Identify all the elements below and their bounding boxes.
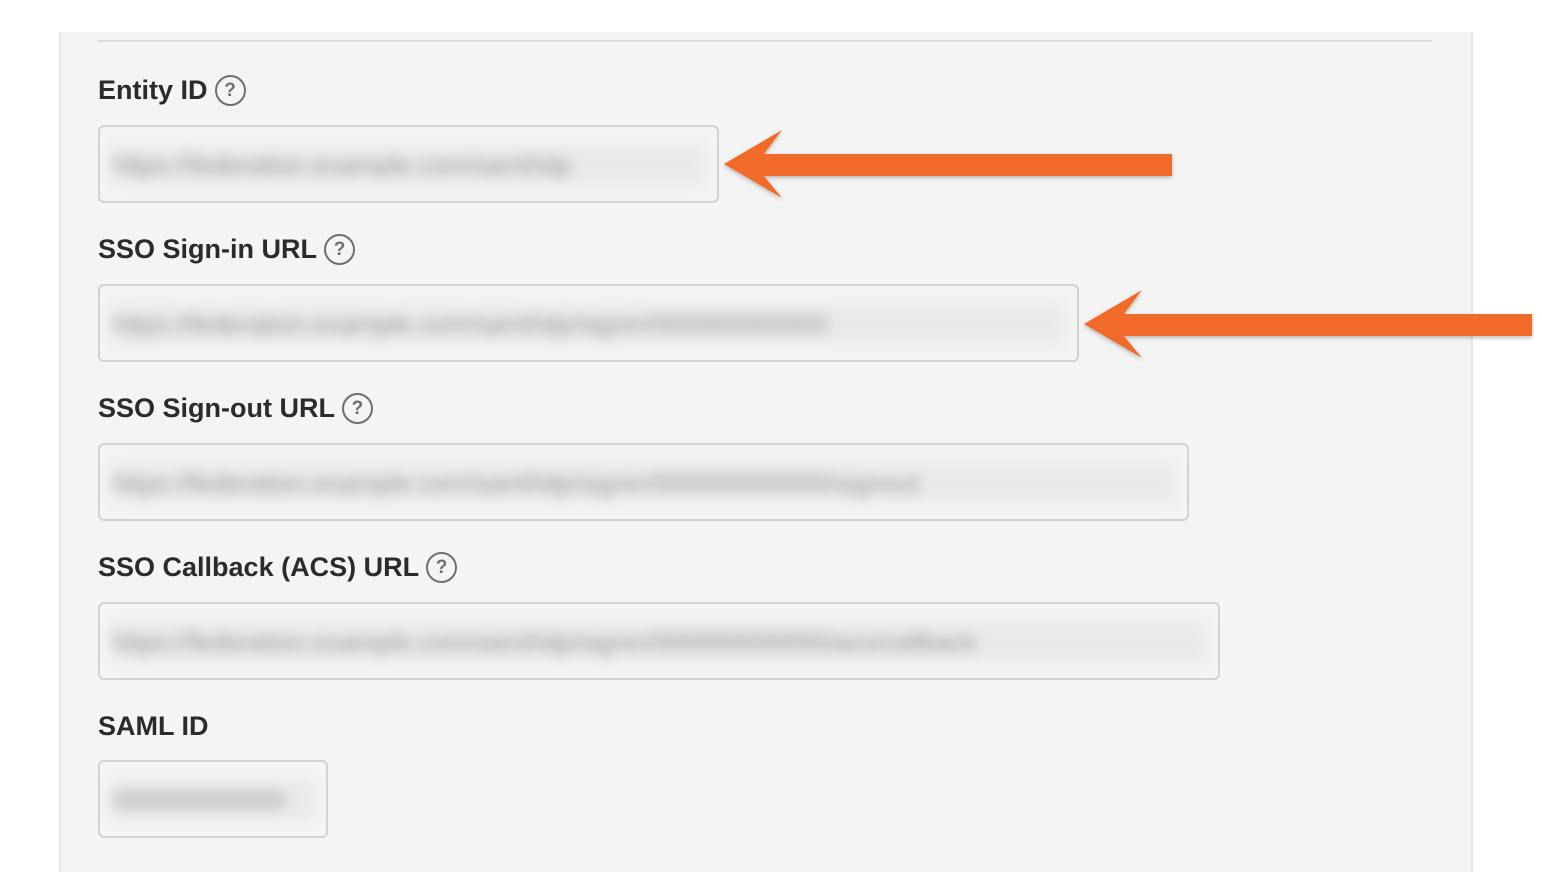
entity-id-help-icon[interactable]: ? xyxy=(214,75,246,106)
entity-id-value: https://federation.example.com/saml/idp xyxy=(112,145,705,185)
section-divider xyxy=(98,40,1432,42)
sso-sign-in-url-label-text: SSO Sign-in URL xyxy=(98,234,317,264)
sso-callback-acs-url-value: https://federation.example.com/saml/idp/… xyxy=(112,622,1206,662)
left-arrow-icon xyxy=(724,130,1172,198)
sso-sign-out-url-label-text: SSO Sign-out URL xyxy=(98,393,335,423)
entity-id-label-text: Entity ID xyxy=(98,75,208,105)
saml-id-field[interactable]: 000000000000 xyxy=(98,760,328,838)
entity-id-field[interactable]: https://federation.example.com/saml/idp xyxy=(98,125,719,203)
sso-callback-acs-url-label: SSO Callback (ACS) URL ? xyxy=(98,552,458,583)
left-arrow-icon xyxy=(1084,290,1532,358)
sso-callback-acs-url-field[interactable]: https://federation.example.com/saml/idp/… xyxy=(98,602,1220,680)
sso-callback-acs-url-help-icon[interactable]: ? xyxy=(426,552,458,583)
sso-sign-in-url-help-icon[interactable]: ? xyxy=(324,234,355,265)
saml-id-value: 000000000000 xyxy=(112,780,314,820)
sso-callback-acs-url-label-text: SSO Callback (ACS) URL xyxy=(98,552,420,582)
sso-sign-in-url-label: SSO Sign-in URL ? xyxy=(98,234,355,265)
sso-sign-out-url-value: https://federation.example.com/saml/idp/… xyxy=(112,463,1175,503)
saml-id-label: SAML ID xyxy=(98,711,209,742)
sso-sign-out-url-field[interactable]: https://federation.example.com/saml/idp/… xyxy=(98,443,1189,521)
sso-sign-in-url-field[interactable]: https://federation.example.com/saml/idp/… xyxy=(98,284,1079,362)
sso-sign-out-url-help-icon[interactable]: ? xyxy=(341,393,373,424)
sso-sign-out-url-label: SSO Sign-out URL ? xyxy=(98,393,373,424)
saml-id-label-text: SAML ID xyxy=(98,711,209,741)
entity-id-label: Entity ID ? xyxy=(98,75,246,106)
sso-sign-in-url-value: https://federation.example.com/saml/idp/… xyxy=(112,304,1065,344)
